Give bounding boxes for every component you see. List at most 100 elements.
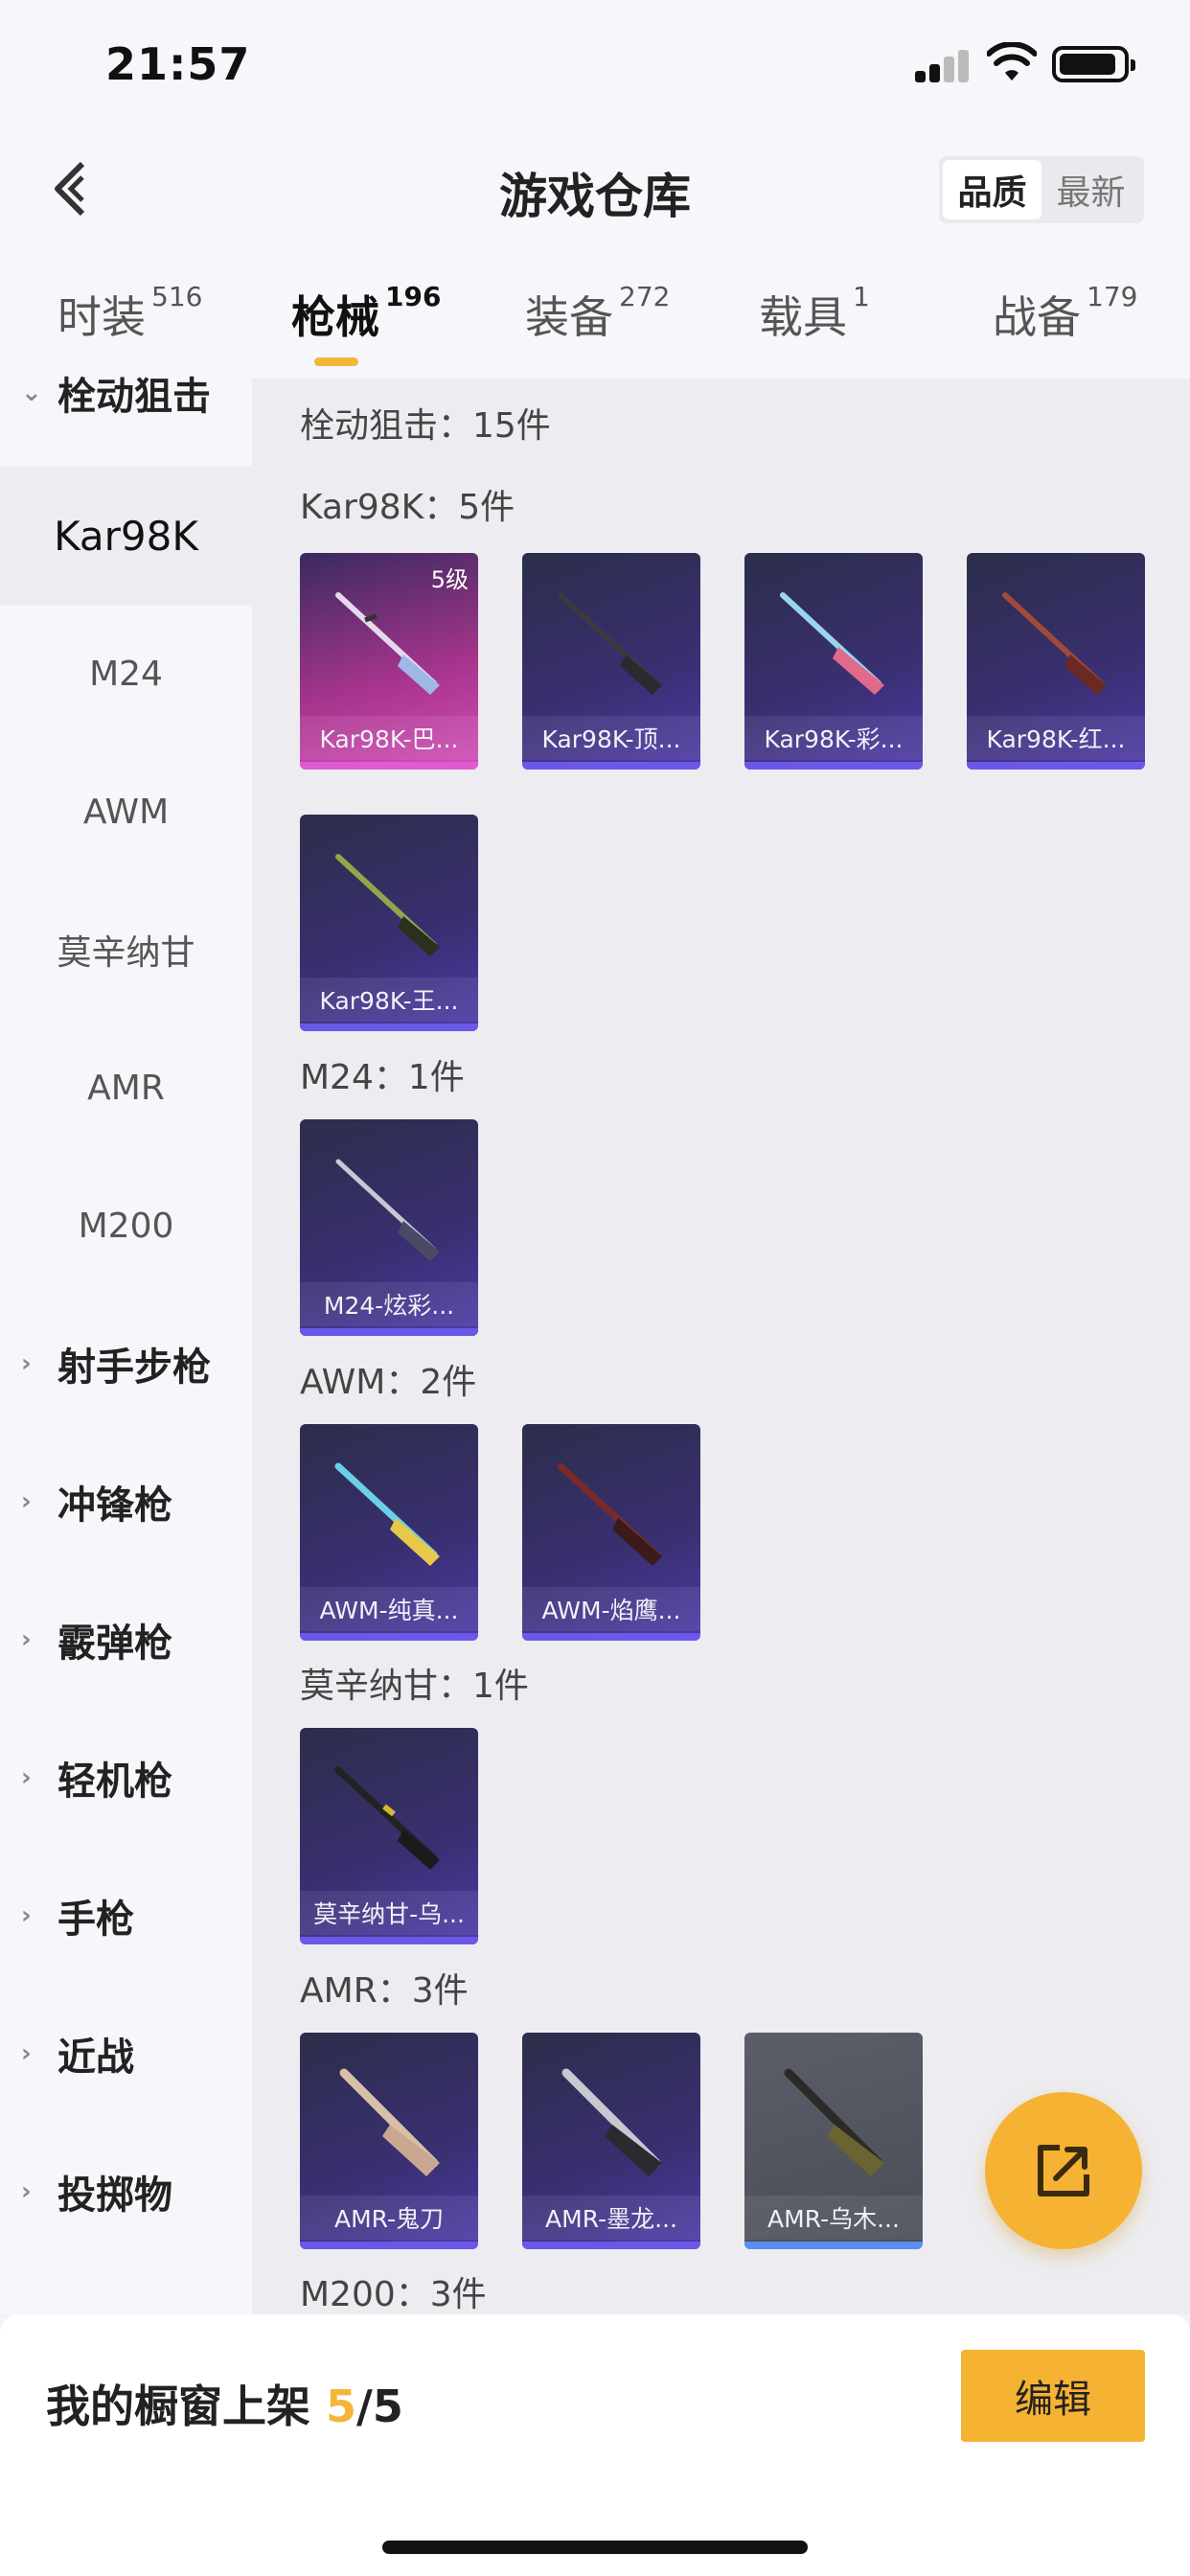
chevron-down-icon: ⌄ xyxy=(21,379,42,407)
section-header: M24：1件 xyxy=(300,1058,465,1097)
weapon-name: AMR-鬼刀 xyxy=(300,2196,478,2240)
sidebar-item-label: 霰弹枪 xyxy=(57,1622,172,1666)
home-indicator xyxy=(382,2541,808,2554)
rifle-icon xyxy=(335,854,440,956)
sidebar-item-m200[interactable]: M200 xyxy=(0,1157,252,1295)
sidebar-item-label: 手枪 xyxy=(57,1898,134,1942)
section-header: Kar98K：5件 xyxy=(300,488,515,527)
tab-weapons[interactable]: 枪械 196 xyxy=(291,281,442,346)
sidebar-item-awm[interactable]: AWM xyxy=(0,743,252,881)
rifle-icon xyxy=(334,1462,440,1566)
section-header: AWM：2件 xyxy=(300,1363,477,1402)
weapon-name: Kar98K-顶... xyxy=(522,716,700,760)
edit-button[interactable]: 编辑 xyxy=(961,2350,1145,2442)
weapon-card[interactable]: AMR-乌木... xyxy=(744,2033,923,2249)
sidebar-item-lmg[interactable]: › 轻机枪 xyxy=(0,1709,252,1847)
tab-count: 516 xyxy=(151,281,203,312)
weapon-name: Kar98K-王... xyxy=(300,978,478,1022)
status-time: 21:57 xyxy=(105,38,251,90)
chevron-right-icon: › xyxy=(21,1901,32,1930)
chevron-right-icon: › xyxy=(21,1763,32,1792)
sidebar-item-melee[interactable]: › 近战 xyxy=(0,1985,252,2123)
quality-bar xyxy=(744,762,923,770)
sort-quality-button[interactable]: 品质 xyxy=(943,160,1041,219)
weapon-card[interactable]: 莫辛纳甘-乌... xyxy=(300,1728,478,1944)
tab-fashion[interactable]: 时装 516 xyxy=(57,281,203,346)
rifle-icon xyxy=(558,592,662,695)
weapon-name: Kar98K-巴... xyxy=(300,716,478,760)
wifi-icon xyxy=(987,42,1037,80)
weapon-card[interactable]: M24-炫彩... xyxy=(300,1119,478,1336)
rifle-icon xyxy=(784,2068,884,2176)
quality-bar xyxy=(967,762,1145,770)
quality-bar xyxy=(300,1328,478,1336)
sidebar-item-bolt-action[interactable]: ⌄ 栓动狙击 xyxy=(0,350,252,436)
share-export-icon xyxy=(1038,2145,1089,2196)
chevron-right-icon: › xyxy=(21,2177,32,2206)
sort-newest-button[interactable]: 最新 xyxy=(1041,160,1140,219)
chevron-right-icon: › xyxy=(21,1349,32,1378)
sidebar-item-label: 投掷物 xyxy=(57,2174,172,2218)
sidebar-item-label: 射手步枪 xyxy=(57,1346,211,1390)
chevron-right-icon: › xyxy=(21,1487,32,1516)
weapon-name: AWM-焰鹰... xyxy=(522,1587,700,1631)
tab-label: 战备 xyxy=(993,291,1081,343)
tab-count: 1 xyxy=(853,281,870,312)
weapon-card[interactable]: 5级 Kar98K-巴... xyxy=(300,553,478,770)
rifle-icon xyxy=(1002,592,1107,695)
sidebar-item-marksman[interactable]: › 射手步枪 xyxy=(0,1295,252,1433)
quality-bar xyxy=(300,2242,478,2249)
weapon-name: 莫辛纳甘-乌... xyxy=(300,1891,478,1935)
weapon-card[interactable]: Kar98K-王... xyxy=(300,815,478,1031)
chevron-right-icon: › xyxy=(21,1625,32,1654)
weapon-card[interactable]: AMR-鬼刀 xyxy=(300,2033,478,2249)
share-button[interactable] xyxy=(985,2092,1142,2249)
weapon-card[interactable]: Kar98K-顶... xyxy=(522,553,700,770)
sidebar-item-kar98k[interactable]: Kar98K xyxy=(0,467,252,605)
sidebar-item-shotgun[interactable]: › 霰弹枪 xyxy=(0,1571,252,1709)
battery-icon xyxy=(1052,46,1135,82)
quality-bar xyxy=(300,1633,478,1641)
rifle-icon xyxy=(561,2068,662,2176)
signal-icon xyxy=(915,50,971,82)
weapon-list: 栓动狙击：15件 Kar98K：5件 5级 Kar98K-巴... Kar98K… xyxy=(252,379,1190,2314)
tab-equipment[interactable]: 装备 272 xyxy=(525,281,671,346)
sidebar-item-amr[interactable]: AMR xyxy=(0,1019,252,1157)
sidebar-item-pistol[interactable]: › 手枪 xyxy=(0,1847,252,1985)
sidebar-item-throwables[interactable]: › 投掷物 xyxy=(0,2123,252,2261)
tab-label: 枪械 xyxy=(291,291,379,343)
weapon-card[interactable]: Kar98K-彩... xyxy=(744,553,923,770)
weapon-name: AMR-墨龙... xyxy=(522,2196,700,2240)
rifle-icon xyxy=(335,1159,440,1261)
sidebar-item-smg[interactable]: › 冲锋枪 xyxy=(0,1433,252,1571)
sidebar-item-label: M24 xyxy=(89,654,163,694)
sidebar-item-m24[interactable]: M24 xyxy=(0,605,252,743)
showcase-used-count: 5 xyxy=(326,2380,357,2432)
tab-count: 196 xyxy=(385,281,442,312)
sidebar-item-label: AWM xyxy=(82,792,170,832)
quality-bar xyxy=(300,1024,478,1031)
weapon-card[interactable]: AMR-墨龙... xyxy=(522,2033,700,2249)
tab-count: 272 xyxy=(619,281,671,312)
weapon-card[interactable]: AWM-焰鹰... xyxy=(522,1424,700,1641)
tab-label: 时装 xyxy=(57,291,146,343)
tab-supplies[interactable]: 战备 179 xyxy=(993,281,1137,346)
weapon-card[interactable]: AWM-纯真... xyxy=(300,1424,478,1641)
chevron-right-icon: › xyxy=(21,2039,32,2068)
bottom-bar: 我的橱窗上架 5/5 编辑 xyxy=(0,2314,1190,2576)
sidebar-item-mosin[interactable]: 莫辛纳甘 xyxy=(0,881,252,1019)
tab-label: 载具 xyxy=(759,291,847,343)
quality-bar xyxy=(522,762,700,770)
tab-label: 装备 xyxy=(525,291,613,343)
quality-bar xyxy=(522,1633,700,1641)
sort-toggle: 品质 最新 xyxy=(939,156,1144,223)
sidebar: ⌄ 栓动狙击 Kar98K M24 AWM 莫辛纳甘 AMR M200 › 射手步… xyxy=(0,375,252,2314)
sidebar-item-label: 轻机枪 xyxy=(57,1760,172,1804)
weapon-name: Kar98K-彩... xyxy=(744,716,923,760)
weapon-card[interactable]: Kar98K-红... xyxy=(967,553,1145,770)
quality-bar xyxy=(522,2242,700,2249)
section-header: M200：3件 xyxy=(300,2275,487,2314)
tab-vehicles[interactable]: 载具 1 xyxy=(759,281,870,346)
sidebar-item-label: 莫辛纳甘 xyxy=(57,933,195,973)
section-header: AMR：3件 xyxy=(300,1971,469,2011)
